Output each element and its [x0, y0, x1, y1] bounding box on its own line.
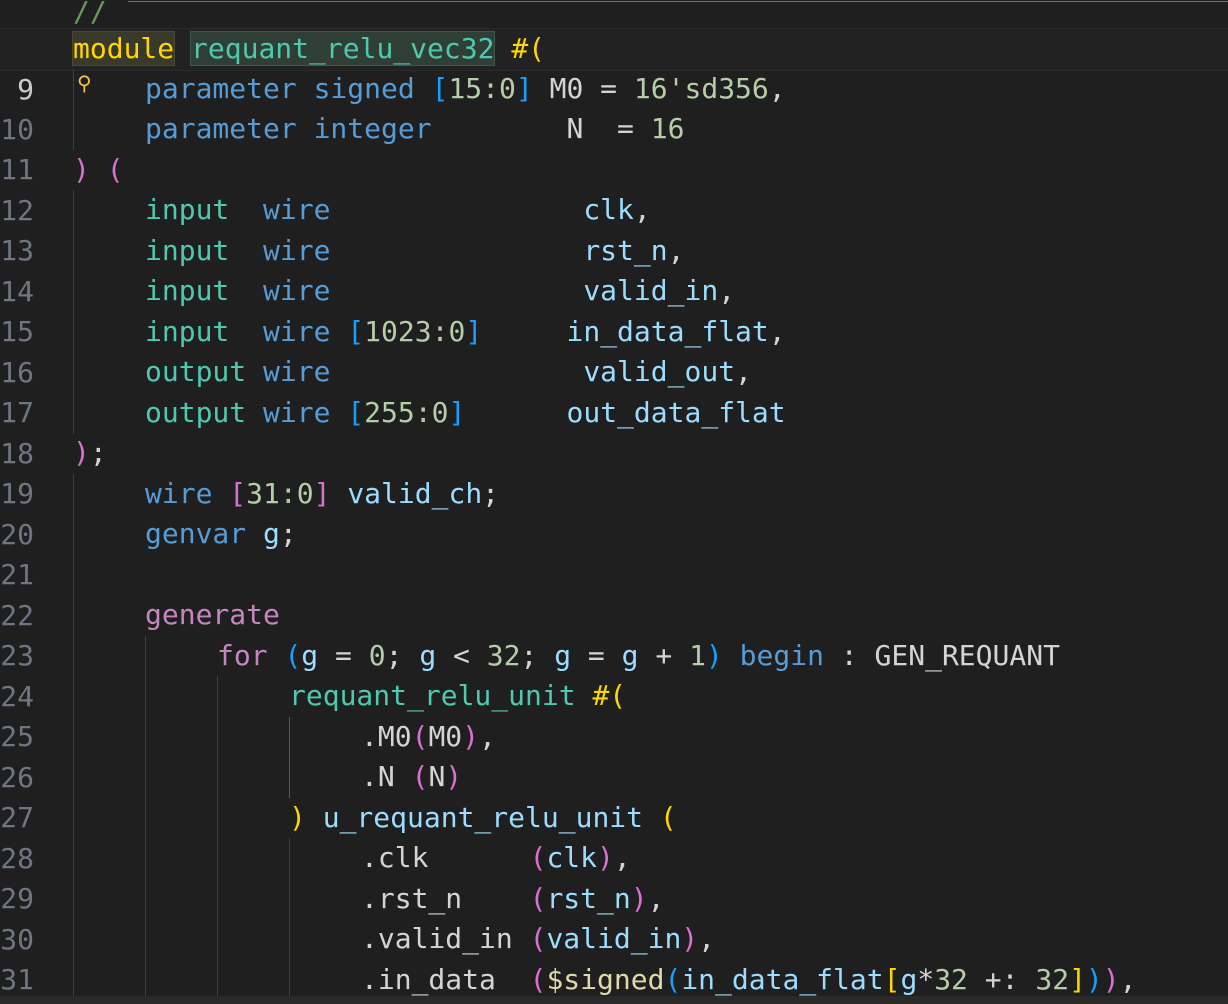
- indent-guide: [289, 960, 290, 1001]
- code-line[interactable]: 14 input wire rst_n,: [0, 231, 1228, 308]
- indent-guide: [217, 717, 218, 758]
- line-content: module requant_relu_vec32 #(: [71, 31, 546, 66]
- indent-guide: [217, 676, 218, 717]
- line-content: .clk (clk),: [361, 841, 631, 874]
- indent-guide: [145, 757, 146, 798]
- code-line[interactable]: 12 ) (: [0, 150, 1228, 227]
- code-line[interactable]: 29 .clk (clk),: [0, 838, 1228, 915]
- code-line[interactable]: 16 input wire [1023:0] in_data_flat,: [0, 312, 1228, 389]
- indent-guide: [145, 717, 146, 758]
- line-content: generate: [145, 598, 280, 631]
- code-editor[interactable]: 8 // 9 module requant_relu_vec32 #( 10 ⚲…: [0, 0, 1228, 1004]
- indent-guide: [289, 757, 290, 798]
- code-line[interactable]: 17 output wire valid_out,: [0, 352, 1228, 429]
- keyword-module: module: [71, 31, 176, 66]
- line-content: genvar g;: [145, 517, 297, 550]
- indent-guide: [73, 717, 74, 758]
- indent-guide: [73, 555, 74, 596]
- line-content: ) u_requant_relu_unit (: [289, 801, 677, 834]
- indent-guide: [145, 919, 146, 960]
- line-content: parameter signed [15:0] M0 = 16'sd356,: [145, 72, 786, 105]
- code-line[interactable]: 24 for (g = 0; g < 32; g = g + 1) begin …: [0, 636, 1228, 713]
- code-line[interactable]: 21 genvar g;: [0, 514, 1228, 591]
- indent-guide: [289, 919, 290, 960]
- indent-guide: [289, 879, 290, 920]
- indent-guide: [217, 838, 218, 879]
- line-content: output wire [255:0] out_data_flat: [145, 396, 786, 429]
- indent-guide: [73, 960, 74, 1001]
- indent-guide: [73, 919, 74, 960]
- code-line[interactable]: 18 output wire [255:0] out_data_flat: [0, 393, 1228, 470]
- indent-guide: [73, 190, 74, 231]
- code-line[interactable]: 28 ) u_requant_relu_unit (: [0, 798, 1228, 875]
- code-line-current[interactable]: 9 module requant_relu_vec32 #(: [0, 28, 1228, 106]
- indent-guide: [73, 676, 74, 717]
- indent-guide: [217, 798, 218, 839]
- code-line[interactable]: 22: [0, 555, 1228, 632]
- code-line[interactable]: 23 generate: [0, 595, 1228, 672]
- line-content: .N (N): [361, 760, 463, 793]
- indent-guide: [73, 231, 74, 272]
- horizontal-scrollbar[interactable]: [0, 996, 1228, 1004]
- line-content: output wire valid_out,: [145, 355, 752, 388]
- line-content: wire [31:0] valid_ch;: [145, 477, 500, 510]
- line-content: .M0(M0),: [361, 720, 496, 753]
- code-line[interactable]: 27 .N (N): [0, 757, 1228, 834]
- indent-guide: [217, 960, 218, 1001]
- code-line[interactable]: 32 .in_data ($signed(in_data_flat[g*32 +…: [0, 960, 1228, 1004]
- code-line[interactable]: 26 .M0(M0),: [0, 717, 1228, 794]
- indent-guide: [73, 109, 74, 150]
- indent-guide: [73, 595, 74, 636]
- lightbulb-icon[interactable]: ⚲: [77, 72, 92, 94]
- line-content: input wire rst_n,: [145, 234, 685, 267]
- code-line[interactable]: 20 wire [31:0] valid_ch;: [0, 474, 1228, 551]
- indent-guide: [145, 838, 146, 879]
- line-content: for (g = 0; g < 32; g = g + 1) begin : G…: [217, 639, 1060, 672]
- code-line[interactable]: 15 input wire valid_in,: [0, 271, 1228, 348]
- line-content: .in_data ($signed(in_data_flat[g*32 +: 3…: [361, 963, 1137, 996]
- indent-guide: [145, 636, 146, 677]
- indent-guide: [73, 798, 74, 839]
- indent-guide: [217, 879, 218, 920]
- indent-guide: [217, 757, 218, 798]
- code-line[interactable]: 11 parameter integer N = 16: [0, 109, 1228, 186]
- indent-guide: [73, 474, 74, 515]
- code-line[interactable]: 13 input wire clk,: [0, 190, 1228, 267]
- module-name: requant_relu_vec32: [190, 31, 496, 66]
- indent-guide: [73, 312, 74, 353]
- indent-guide: [289, 717, 290, 758]
- line-content: );: [73, 436, 107, 469]
- line-content: requant_relu_unit #(: [289, 679, 627, 712]
- indent-guide: [73, 757, 74, 798]
- code-line[interactable]: 19 );: [0, 433, 1228, 510]
- code-line[interactable]: 30 .rst_n (rst_n),: [0, 879, 1228, 956]
- comment-divider: [128, 1, 1228, 2]
- indent-guide: [217, 919, 218, 960]
- line-content: .rst_n (rst_n),: [361, 882, 665, 915]
- indent-guide: [73, 271, 74, 312]
- indent-guide: [145, 798, 146, 839]
- line-content: .valid_in (valid_in),: [361, 922, 716, 955]
- code-line[interactable]: 25 requant_relu_unit #(: [0, 676, 1228, 753]
- indent-guide: [73, 352, 74, 393]
- indent-guide: [145, 676, 146, 717]
- line-content: input wire valid_in,: [145, 274, 736, 307]
- code-line[interactable]: 10 ⚲ parameter signed [15:0] M0 = 16'sd3…: [0, 69, 1228, 146]
- line-content: ) (: [73, 153, 124, 186]
- indent-guide: [145, 879, 146, 920]
- indent-guide: [73, 69, 74, 110]
- line-content: parameter integer N = 16: [145, 112, 685, 145]
- indent-guide: [289, 838, 290, 879]
- indent-guide: [73, 393, 74, 434]
- indent-guide: [145, 960, 146, 1001]
- indent-guide: [73, 879, 74, 920]
- line-content: input wire [1023:0] in_data_flat,: [145, 315, 786, 348]
- code-line[interactable]: 31 .valid_in (valid_in),: [0, 919, 1228, 996]
- indent-guide: [73, 514, 74, 555]
- line-content: input wire clk,: [145, 193, 651, 226]
- indent-guide: [73, 636, 74, 677]
- indent-guide: [73, 838, 74, 879]
